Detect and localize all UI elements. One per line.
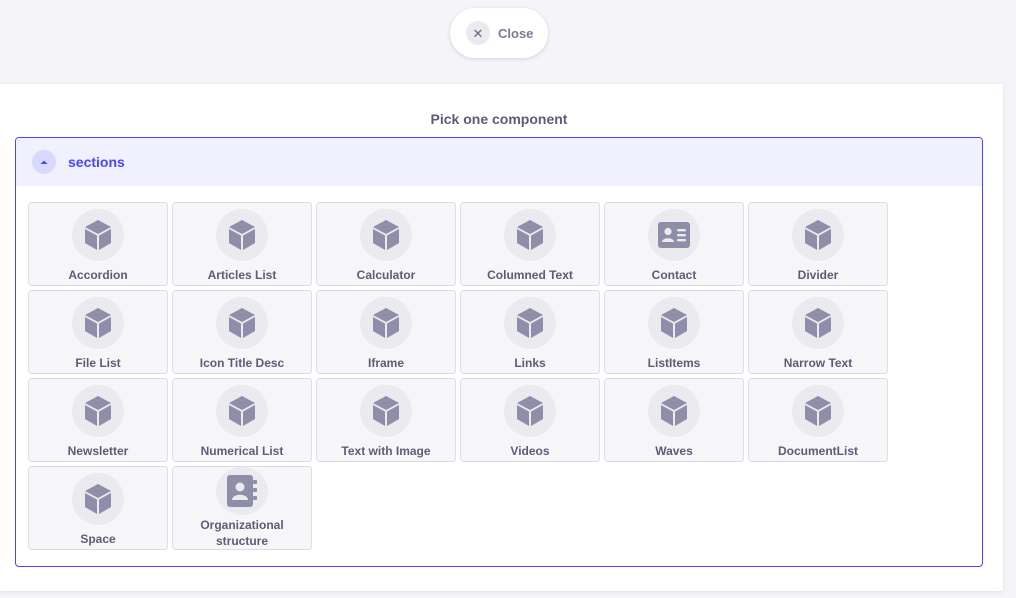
component-card-label: Columned Text xyxy=(487,268,573,282)
cube-icon xyxy=(216,297,268,349)
close-button-label: Close xyxy=(498,25,534,41)
component-card-label: Organizational structure xyxy=(200,518,284,548)
component-card-waves[interactable]: Waves xyxy=(604,378,744,462)
cube-icon xyxy=(72,473,124,525)
component-card-label: Text with Image xyxy=(341,444,431,458)
sections-label: sections xyxy=(68,154,125,170)
component-card-links[interactable]: Links xyxy=(460,290,600,374)
cube-icon xyxy=(216,385,268,437)
cube-icon xyxy=(72,297,124,349)
component-card-videos[interactable]: Videos xyxy=(460,378,600,462)
component-card-narrow-text[interactable]: Narrow Text xyxy=(748,290,888,374)
component-card-space[interactable]: Space xyxy=(28,466,168,550)
component-card-newsletter[interactable]: Newsletter xyxy=(28,378,168,462)
cube-icon xyxy=(504,385,556,437)
component-card-label: Waves xyxy=(655,444,693,458)
cube-icon xyxy=(216,209,268,261)
cube-icon xyxy=(504,209,556,261)
component-card-numerical-list[interactable]: Numerical List xyxy=(172,378,312,462)
component-card-label: File List xyxy=(75,356,121,370)
cube-icon xyxy=(504,297,556,349)
component-card-iframe[interactable]: Iframe xyxy=(316,290,456,374)
component-card-label: Divider xyxy=(797,268,839,282)
component-card-label: Icon Title Desc xyxy=(199,356,285,370)
component-card-label: Numerical List xyxy=(200,444,284,458)
component-grid: Accordion Articles List Calculator Columned… xyxy=(28,202,888,550)
component-card-label: Space xyxy=(80,532,116,546)
component-card-divider[interactable]: Divider xyxy=(748,202,888,286)
component-card-label: Articles List xyxy=(207,268,277,282)
close-icon: ✕ xyxy=(466,21,490,45)
component-card-contact[interactable]: Contact xyxy=(604,202,744,286)
component-card-organizational-structure[interactable]: Organizational structure xyxy=(172,466,312,550)
component-card-label: ListItems xyxy=(647,356,701,370)
component-card-label: Videos xyxy=(510,444,550,458)
address-book-icon xyxy=(216,467,268,515)
cube-icon xyxy=(72,209,124,261)
cube-icon xyxy=(792,297,844,349)
sections-accordion-header[interactable]: sections xyxy=(16,138,982,186)
component-card-label: Accordion xyxy=(68,268,128,282)
panel-title: Pick one component xyxy=(430,111,568,127)
component-card-icon-title-desc[interactable]: Icon Title Desc xyxy=(172,290,312,374)
caret-up-icon[interactable] xyxy=(32,150,56,174)
component-card-label: Calculator xyxy=(356,268,416,282)
component-card-articles-list[interactable]: Articles List xyxy=(172,202,312,286)
component-card-label: Links xyxy=(514,356,546,370)
component-card-file-list[interactable]: File List xyxy=(28,290,168,374)
contact-card-icon xyxy=(648,209,700,261)
cube-icon xyxy=(72,385,124,437)
cube-icon xyxy=(360,385,412,437)
component-card-columned-text[interactable]: Columned Text xyxy=(460,202,600,286)
cube-icon xyxy=(792,385,844,437)
component-card-label: Iframe xyxy=(367,356,405,370)
component-card-listitems[interactable]: ListItems xyxy=(604,290,744,374)
sections-accordion: sections Accordion Articles List Calculato… xyxy=(15,137,983,567)
component-picker-panel: Pick one component sections Accordion Art… xyxy=(0,84,1003,591)
component-card-calculator[interactable]: Calculator xyxy=(316,202,456,286)
cube-icon xyxy=(360,297,412,349)
component-card-documentlist[interactable]: DocumentList xyxy=(748,378,888,462)
component-card-text-with-image[interactable]: Text with Image xyxy=(316,378,456,462)
component-card-label: Narrow Text xyxy=(783,356,853,370)
close-button[interactable]: ✕ Close xyxy=(450,8,548,58)
component-card-label: Contact xyxy=(651,268,697,282)
cube-icon xyxy=(360,209,412,261)
cube-icon xyxy=(792,209,844,261)
component-card-label: DocumentList xyxy=(777,444,858,458)
cube-icon xyxy=(648,297,700,349)
component-card-accordion[interactable]: Accordion xyxy=(28,202,168,286)
component-card-label: Newsletter xyxy=(67,444,129,458)
cube-icon xyxy=(648,385,700,437)
